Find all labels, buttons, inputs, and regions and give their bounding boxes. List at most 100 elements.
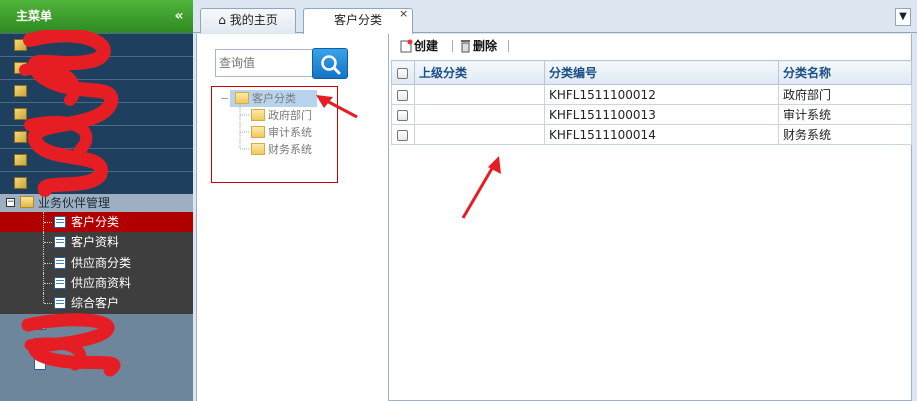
tree-node-child[interactable]: 审计系统 xyxy=(212,124,337,141)
sidebar-item-obscured-10[interactable] xyxy=(0,354,193,374)
list-icon xyxy=(54,257,66,269)
cell-parent xyxy=(414,124,545,145)
sidebar-group-label: 业务伙伴管理 xyxy=(38,196,111,210)
module-icon xyxy=(14,108,27,120)
row-select-cell xyxy=(391,124,415,145)
tree-node-label: 政府部门 xyxy=(268,109,312,122)
sidebar-subitems: 客户分类 客户资料 供应商分类 供应商资料 综合客户 xyxy=(0,212,193,314)
module-icon xyxy=(14,62,27,74)
column-header[interactable]: 上级分类 xyxy=(414,60,545,85)
tab-home[interactable]: ⌂ 我的主页 xyxy=(200,8,296,33)
collapse-toggle-icon[interactable]: − xyxy=(6,198,15,207)
list-icon xyxy=(34,318,46,330)
tree-node-child[interactable]: 财务系统 xyxy=(212,141,337,158)
tab-bar: ⌂ 我的主页 客户分类 × ▼ xyxy=(193,0,917,34)
sidebar-item-obscured-9[interactable] xyxy=(0,334,193,354)
trash-icon xyxy=(461,40,470,53)
create-label: 创建 xyxy=(414,39,439,53)
delete-label: 删除 xyxy=(473,39,498,53)
double-chevron-down-icon[interactable]: ▼ xyxy=(895,8,911,26)
list-icon xyxy=(54,297,66,309)
module-icon xyxy=(14,131,27,143)
sidebar-item-label: 供应商分类 xyxy=(71,256,132,270)
sidebar-item-supplier-category[interactable]: 供应商分类 xyxy=(0,253,193,273)
tree-toggle-icon[interactable]: − xyxy=(220,90,229,107)
tree-node-child[interactable]: 政府部门 xyxy=(212,107,337,124)
toolbar-divider xyxy=(508,40,509,52)
search-input[interactable] xyxy=(215,49,313,77)
home-icon: ⌂ xyxy=(218,13,226,27)
grid-pane: 创建 删除 上级分类 分类编号 分类名称 KHFL1511100012 政府部门… xyxy=(390,34,913,401)
double-chevron-left-icon[interactable]: « xyxy=(171,0,187,33)
row-select-cell xyxy=(391,104,415,125)
select-all-cell xyxy=(391,60,415,85)
search-button[interactable] xyxy=(312,48,348,79)
table-row[interactable]: KHFL1511100012 政府部门 xyxy=(391,84,912,105)
sidebar-item-customer-category[interactable]: 客户分类 xyxy=(0,212,193,232)
cell-name: 政府部门 xyxy=(778,84,912,105)
cell-name: 审计系统 xyxy=(778,104,912,125)
data-grid: 上级分类 分类编号 分类名称 KHFL1511100012 政府部门 KHFL1… xyxy=(391,60,912,145)
delete-button[interactable]: 删除 xyxy=(459,37,509,55)
sidebar: 主菜单 « − 业务伙伴管理 客户分类 客户资料 供应商分类 供应商资料 综合客… xyxy=(0,0,193,401)
sidebar-item-obscured-7[interactable] xyxy=(0,172,193,194)
sidebar-item-obscured-5[interactable] xyxy=(0,126,193,148)
sidebar-item-customer-info[interactable]: 客户资料 xyxy=(0,232,193,252)
column-header[interactable]: 分类编号 xyxy=(544,60,779,85)
cell-name: 财务系统 xyxy=(778,124,912,145)
sidebar-item-composite-customer[interactable]: 综合客户 xyxy=(0,293,193,313)
sidebar-item-obscured-6[interactable] xyxy=(0,149,193,171)
sidebar-item-obscured-8[interactable] xyxy=(0,314,193,334)
tree-highlight-box: − 客户分类 政府部门 审计系统 财务系统 xyxy=(211,86,338,183)
folder-icon xyxy=(251,126,265,138)
select-all-checkbox[interactable] xyxy=(397,67,408,79)
table-row[interactable]: KHFL1511100014 财务系统 xyxy=(391,124,912,145)
module-icon xyxy=(14,39,27,51)
tree-pane: − 客户分类 政府部门 审计系统 财务系统 xyxy=(197,34,389,401)
module-icon xyxy=(14,177,27,189)
row-checkbox[interactable] xyxy=(397,129,408,141)
sidebar-item-obscured-1[interactable] xyxy=(0,34,193,56)
module-icon xyxy=(14,154,27,166)
create-button[interactable]: 创建 xyxy=(400,37,452,55)
column-header[interactable]: 分类名称 xyxy=(778,60,912,85)
search-icon xyxy=(321,55,341,75)
sidebar-item-label: 客户分类 xyxy=(71,215,120,229)
row-checkbox[interactable] xyxy=(397,89,408,101)
row-select-cell xyxy=(391,84,415,105)
tree-node-label: 客户分类 xyxy=(252,92,296,105)
folder-icon xyxy=(20,196,34,208)
list-icon xyxy=(54,216,66,228)
sidebar-item-obscured-4[interactable] xyxy=(0,103,193,125)
module-icon xyxy=(14,85,27,97)
sidebar-group-partners[interactable]: − 业务伙伴管理 xyxy=(0,194,193,212)
sidebar-footer xyxy=(0,374,193,401)
new-document-icon xyxy=(400,39,413,53)
cell-parent xyxy=(414,104,545,125)
folder-icon xyxy=(251,143,265,155)
list-icon xyxy=(34,338,46,350)
folder-icon xyxy=(251,109,265,121)
tree-node-root[interactable]: − 客户分类 xyxy=(212,90,337,107)
list-icon xyxy=(54,236,66,248)
sidebar-item-label: 供应商资料 xyxy=(71,276,132,290)
tab-customer-category[interactable]: 客户分类 xyxy=(303,8,413,34)
tab-label: 我的主页 xyxy=(229,13,278,27)
folder-icon xyxy=(235,92,249,104)
tree-node-label: 财务系统 xyxy=(268,143,312,156)
sidebar-item-obscured-2[interactable] xyxy=(0,57,193,79)
cell-code: KHFL1511100013 xyxy=(544,104,779,125)
sidebar-item-obscured-3[interactable] xyxy=(0,80,193,102)
tree-node-label: 审计系统 xyxy=(268,126,312,139)
sidebar-item-label: 综合客户 xyxy=(71,296,120,310)
sidebar-title: 主菜单 xyxy=(0,0,193,33)
table-row[interactable]: KHFL1511100013 审计系统 xyxy=(391,104,912,125)
cell-code: KHFL1511100014 xyxy=(544,124,779,145)
list-icon xyxy=(34,358,46,370)
cell-code: KHFL1511100012 xyxy=(544,84,779,105)
toolbar-divider xyxy=(452,40,453,52)
sidebar-item-label: 客户资料 xyxy=(71,235,120,249)
sidebar-item-supplier-info[interactable]: 供应商资料 xyxy=(0,273,193,293)
close-icon[interactable]: × xyxy=(399,8,409,19)
row-checkbox[interactable] xyxy=(397,109,408,121)
